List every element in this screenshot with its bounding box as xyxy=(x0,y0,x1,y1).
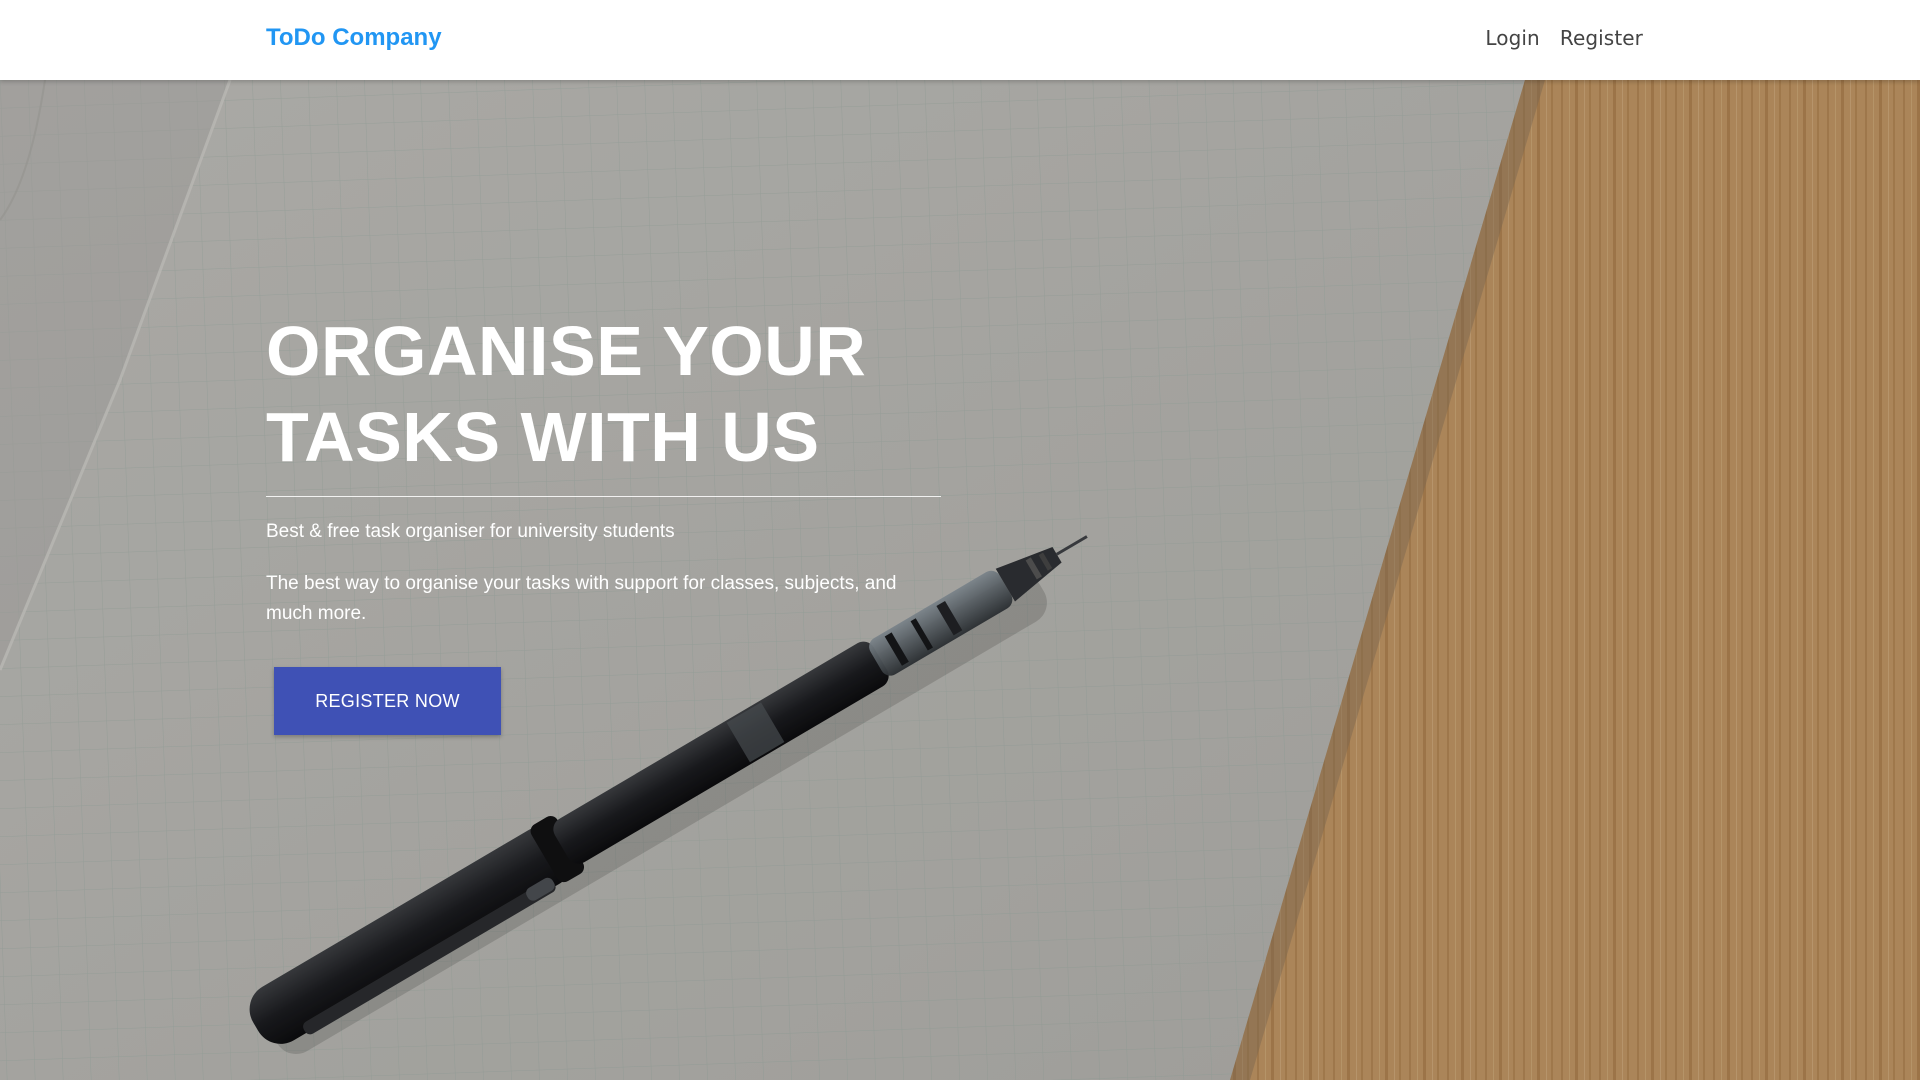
top-navbar: ToDo Company Login Register xyxy=(0,0,1920,80)
hero-title-line-1: ORGANISE YOUR xyxy=(266,312,867,390)
hero-title: ORGANISE YOUR TASKS WITH US xyxy=(266,308,946,480)
landing-page: ToDo Company Login Register ORGANISE YOU… xyxy=(0,0,1920,1080)
hero-description: The best way to organise your tasks with… xyxy=(266,573,897,624)
register-now-button[interactable]: REGISTER NOW xyxy=(274,667,501,735)
brand-logo-link[interactable]: ToDo Company xyxy=(266,24,442,52)
nav-register-link[interactable]: Register xyxy=(1560,26,1643,50)
hero-title-line-2: TASKS WITH US xyxy=(266,398,820,476)
nav-links: Login Register xyxy=(1485,26,1643,50)
nav-login-link[interactable]: Login xyxy=(1485,26,1539,50)
hero-subtitle: Best & free task organiser for universit… xyxy=(266,521,675,542)
hero-section: ORGANISE YOUR TASKS WITH US Best & free … xyxy=(0,80,1920,1080)
hero-divider xyxy=(266,496,941,497)
